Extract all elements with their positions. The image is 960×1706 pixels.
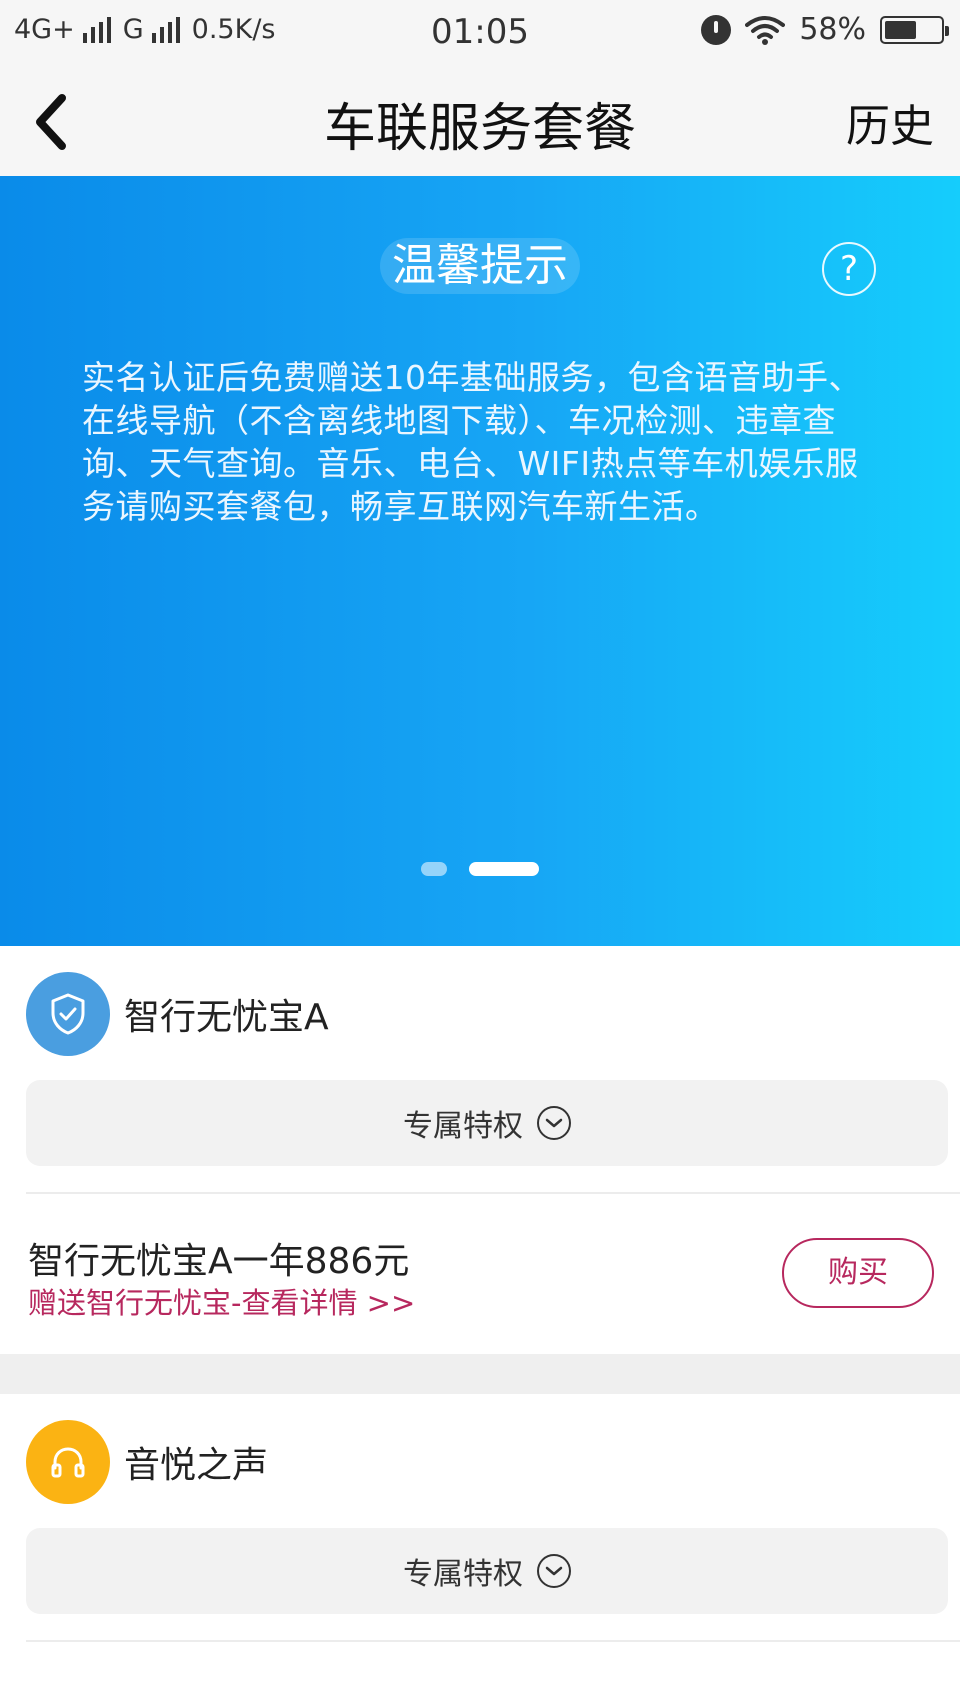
chevron-left-icon (36, 94, 66, 150)
package-avatar (26, 972, 110, 1056)
shield-check-icon (51, 993, 85, 1035)
carousel-dot-2[interactable] (469, 862, 539, 876)
chevron-down-icon (537, 1554, 571, 1588)
package-header[interactable]: 音悦之声 (26, 1420, 268, 1504)
signal-strength-icon (82, 16, 111, 43)
wifi-icon (745, 15, 786, 45)
alarm-icon (701, 14, 732, 45)
history-button[interactable]: 历史 (846, 90, 934, 154)
divider (26, 1640, 960, 1642)
carousel-dot-1[interactable] (421, 862, 447, 876)
headphones-icon (51, 1447, 85, 1478)
chevron-down-icon (537, 1106, 571, 1140)
banner-text: 实名认证后免费赠送10年基础服务，包含语音助手、在线导航（不含离线地图下载）、车… (82, 358, 862, 526)
offer-title: 智行无忧宝A一年886元 (28, 1241, 410, 1282)
battery-percent: 58% (799, 12, 866, 47)
network-speed: 0.5K/s (191, 14, 276, 45)
help-icon[interactable]: ? (822, 242, 876, 296)
package-avatar (26, 1420, 110, 1504)
status-bar: 4G+ G 0.5K/s 01:05 58% (0, 0, 960, 66)
package-name: 音悦之声 (124, 1445, 269, 1486)
banner-title: 温馨提示 (380, 238, 580, 294)
network-type-1: 4G+ (14, 14, 75, 45)
battery-fill (885, 20, 917, 39)
buy-button[interactable]: 购买 (782, 1238, 934, 1308)
privilege-label: 专属特权 (403, 1557, 523, 1592)
page-title: 车联服务套餐 (323, 99, 636, 159)
nav-bar: 车联服务套餐 历史 (0, 66, 960, 176)
status-right: 58% (701, 12, 949, 47)
section-separator (0, 1354, 960, 1394)
privilege-toggle[interactable]: 专属特权 (26, 1080, 948, 1166)
info-banner[interactable]: 温馨提示 ? 实名认证后免费赠送10年基础服务，包含语音助手、在线导航（不含离线… (0, 176, 960, 946)
offer-gift-link[interactable]: 赠送智行无忧宝-查看详情 >> (28, 1280, 415, 1322)
package-header[interactable]: 智行无忧宝A (26, 972, 329, 1056)
privilege-label: 专属特权 (403, 1109, 523, 1144)
package-name: 智行无忧宝A (124, 997, 329, 1038)
status-left: 4G+ G 0.5K/s (14, 14, 275, 45)
privilege-toggle[interactable]: 专属特权 (26, 1528, 948, 1614)
signal-strength-icon-2 (151, 16, 180, 43)
carousel-indicator (0, 862, 960, 876)
battery-icon (880, 15, 949, 44)
back-button[interactable] (20, 82, 80, 162)
divider (26, 1192, 960, 1194)
network-type-2: G (122, 14, 144, 45)
